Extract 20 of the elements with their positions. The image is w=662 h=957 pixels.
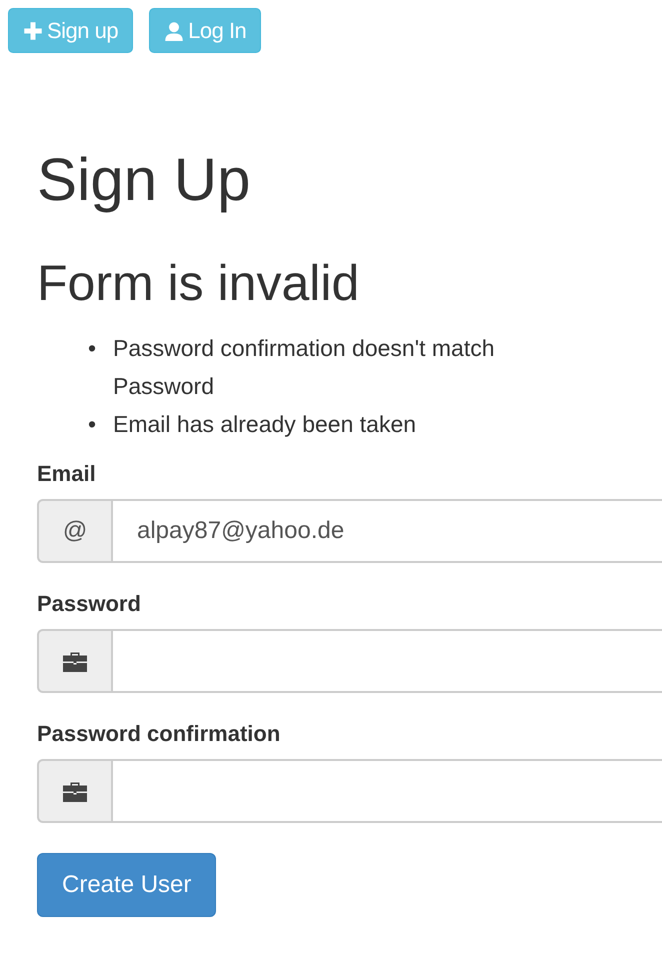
create-user-button[interactable]: Create User — [37, 853, 216, 917]
error-message: Password confirmation doesn't match Password — [113, 334, 496, 401]
input-addon: @ — [37, 499, 111, 563]
field-label: Email — [37, 461, 97, 487]
input-field[interactable]: alpay87@yahoo.de — [111, 499, 662, 563]
briefcase-icon — [63, 650, 87, 672]
field-label: Password confirmation — [37, 721, 282, 747]
input-field[interactable] — [111, 759, 662, 823]
error-heading: Form is invalid — [37, 254, 360, 313]
plus-icon — [23, 20, 43, 40]
briefcase-icon — [63, 780, 87, 802]
page-title: Sign Up — [37, 145, 252, 215]
bullet: • — [88, 410, 98, 439]
user-icon — [164, 20, 184, 40]
bullet: • — [88, 334, 98, 363]
input-field[interactable] — [111, 629, 662, 693]
field-label: Password — [37, 591, 142, 617]
log-in-button[interactable]: Log In — [149, 8, 262, 53]
sign-up-button[interactable]: Sign up — [8, 8, 134, 53]
error-message: Email has already been taken — [113, 410, 416, 439]
